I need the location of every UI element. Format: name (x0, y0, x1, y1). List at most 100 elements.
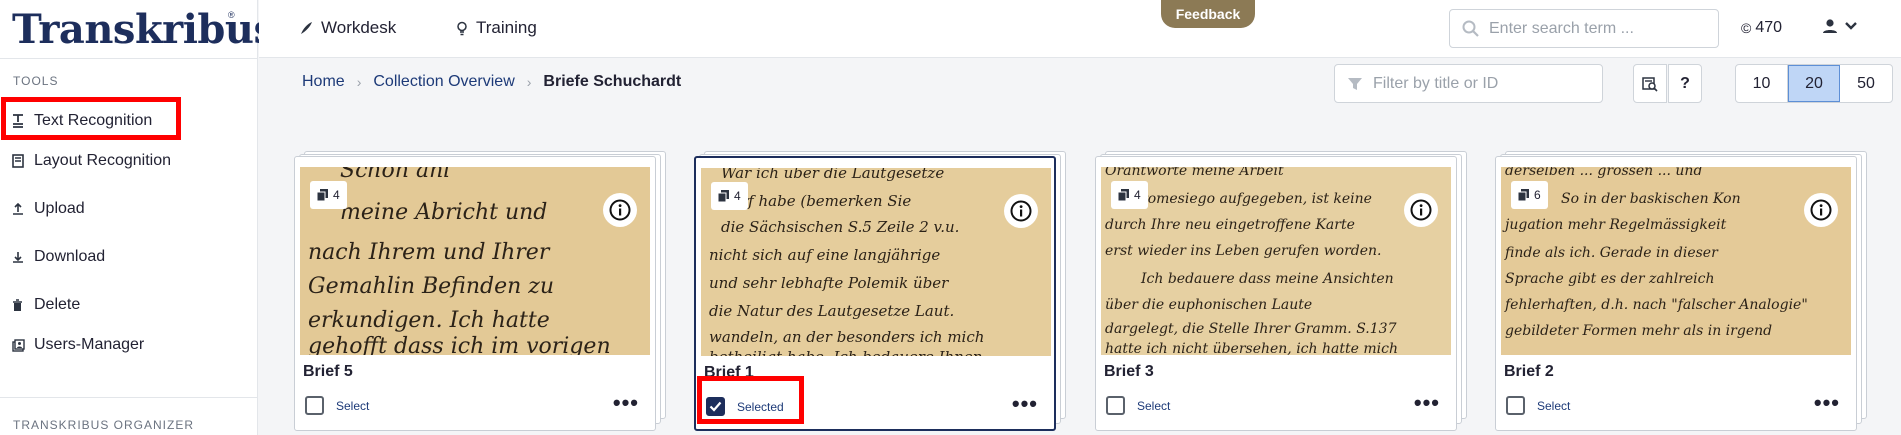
select-checkbox[interactable] (1106, 396, 1125, 415)
credits-icon: © (1741, 20, 1752, 36)
svg-text:dargelegt, die Stelle Ihrer Gr: dargelegt, die Stelle Ihrer Gramm. S.137 (1105, 321, 1397, 337)
sidebar-item-download[interactable]: Download (12, 242, 105, 272)
document-card[interactable]: Schon anl meine Abricht und nach Ihrem u… (294, 151, 666, 435)
svg-text:Ich bedauere dass meine Ansich: Ich bedauere dass meine Ansichten (1140, 271, 1394, 287)
svg-text:Sprache gibt es der zahlreich: Sprache gibt es der zahlreich (1505, 271, 1715, 287)
more-options-button[interactable]: ••• (1012, 393, 1038, 415)
svg-text:meine Abricht und: meine Abricht und (340, 200, 547, 225)
more-options-button[interactable]: ••• (613, 392, 639, 414)
document-thumbnail[interactable]: Schon anl meine Abricht und nach Ihrem u… (300, 167, 650, 355)
document-thumbnail[interactable]: War ich über die Lautgesetze rf habe (be… (701, 168, 1051, 356)
info-button[interactable] (603, 193, 637, 227)
page-size-option-50[interactable]: 50 (1840, 65, 1892, 102)
highlight-box (697, 376, 804, 424)
card-body: derselben ... grossen ... und So in der … (1495, 156, 1857, 431)
card-title[interactable]: Brief 2 (1504, 363, 1554, 381)
lightbulb-icon (457, 21, 467, 35)
search-input[interactable] (1489, 19, 1709, 38)
svg-text:Orantworte meine Arbeit: Orantworte meine Arbeit (1105, 167, 1284, 179)
svg-text:wandeln, an der besonders ich: wandeln, an der besonders ich mich (709, 328, 984, 346)
sidebar-item-label: Upload (34, 200, 85, 217)
select-toggle[interactable]: Select (305, 396, 369, 415)
info-icon (1810, 199, 1832, 221)
info-button[interactable] (1404, 193, 1438, 227)
feedback-button[interactable]: Feedback (1161, 0, 1255, 28)
document-thumbnail[interactable]: derselben ... grossen ... und So in der … (1501, 167, 1851, 355)
select-checkbox[interactable] (305, 396, 324, 415)
page-size-option-20[interactable]: 20 (1788, 65, 1840, 102)
sidebar-item-label: Users-Manager (34, 336, 145, 353)
svg-text:fehlerhaften, d.h. nach "falsc: fehlerhaften, d.h. nach "falscher Analog… (1504, 297, 1808, 313)
select-checkbox[interactable] (1506, 396, 1525, 415)
upload-icon (12, 203, 34, 215)
layout-icon (12, 154, 34, 168)
page-count: 4 (1134, 188, 1141, 202)
filter-field[interactable] (1334, 64, 1603, 103)
logo[interactable]: Transkribus (12, 4, 276, 54)
svg-text:und sehr lebhafte Polemik über: und sehr lebhafte Polemik über (709, 274, 949, 292)
tools-section-title: TOOLS (13, 74, 59, 88)
pages-icon (1518, 189, 1529, 201)
sidebar-item-delete[interactable]: Delete (12, 290, 80, 320)
svg-text:hatte ich nicht übersehen, ich: hatte ich nicht übersehen, ich hatte mic… (1105, 341, 1398, 355)
svg-text:derselben ... grossen ... und: derselben ... grossen ... und (1505, 167, 1702, 179)
svg-text:erst wieder ins Leben gerufen: erst wieder ins Leben gerufen worden. (1105, 243, 1382, 259)
help-button[interactable]: ? (1668, 64, 1702, 103)
global-search[interactable] (1449, 9, 1719, 48)
sidebar: Transkribus ® TOOLS Text Recognition Lay… (0, 0, 276, 435)
svg-text:über die euphonischen Laute: über die euphonischen Laute (1105, 297, 1312, 313)
document-card[interactable]: derselben ... grossen ... und So in der … (1495, 151, 1867, 435)
user-icon (1823, 19, 1837, 33)
page-count-badge: 4 (1111, 181, 1148, 209)
nav-workdesk[interactable]: Workdesk (299, 18, 396, 38)
card-title[interactable]: Brief 5 (303, 363, 353, 381)
sidebar-item-upload[interactable]: Upload (12, 194, 85, 224)
svg-text:gebildeter Formen mehr als in: gebildeter Formen mehr als in irgend (1505, 323, 1772, 339)
logo-registered-mark: ® (228, 10, 235, 20)
user-menu[interactable] (1822, 18, 1858, 34)
svg-text:nach Ihrem und Ihrer: nach Ihrem und Ihrer (308, 240, 551, 265)
breadcrumb-home[interactable]: Home (302, 73, 345, 91)
page-size-selector: 10 20 50 (1735, 64, 1893, 103)
page-count-badge: 6 (1511, 181, 1548, 209)
document-card[interactable]: Orantworte meine Arbeit romesiego aufgeg… (1095, 151, 1467, 435)
sidebar-item-label: Download (34, 248, 106, 265)
organizer-section-title: TRANSKRIBUS ORGANIZER (13, 418, 195, 432)
credits-display[interactable]: © 470 (1741, 19, 1782, 37)
page-count-badge: 4 (711, 182, 748, 210)
nav-training[interactable]: Training (456, 18, 537, 38)
more-options-button[interactable]: ••• (1814, 392, 1840, 414)
pages-icon (317, 189, 328, 201)
svg-text:rf habe (bemerken Sie: rf habe (bemerken Sie (741, 192, 911, 210)
info-icon (1010, 200, 1032, 222)
svg-text:Schon anl: Schon anl (340, 167, 450, 183)
document-thumbnail[interactable]: Orantworte meine Arbeit romesiego aufgeg… (1101, 167, 1451, 355)
info-button[interactable] (1804, 193, 1838, 227)
users-manager-icon (12, 338, 34, 352)
select-toggle[interactable]: Select (1106, 396, 1170, 415)
search-document-button[interactable] (1633, 64, 1667, 103)
page-count: 4 (734, 189, 741, 203)
pages-icon (1118, 189, 1129, 201)
svg-text:die Natur des Lautgesetze Laut: die Natur des Lautgesetze Laut. (709, 302, 954, 320)
svg-text:jugation mehr Regelmässigkeit: jugation mehr Regelmässigkeit (1502, 217, 1727, 233)
filter-input[interactable] (1373, 74, 1593, 93)
download-icon (12, 251, 34, 263)
chevron-down-icon (1845, 22, 1857, 30)
nav-label: Training (476, 18, 537, 37)
more-options-button[interactable]: ••• (1414, 392, 1440, 414)
page-count: 4 (333, 188, 340, 202)
svg-text:nicht sich auf eine langjährig: nicht sich auf eine langjährige (709, 246, 940, 264)
svg-text:die Sächsischen S.5 Zeile 2 v.: die Sächsischen S.5 Zeile 2 v.u. (721, 218, 959, 236)
svg-text:betheiligt habe. Ich bedauere: betheiligt habe. Ich bedauere Ihnen (709, 348, 982, 356)
breadcrumb-collection-overview[interactable]: Collection Overview (373, 73, 514, 91)
nav-label: Workdesk (321, 18, 397, 37)
info-button[interactable] (1004, 194, 1038, 228)
document-search-icon (1642, 76, 1658, 92)
sidebar-item-users-manager[interactable]: Users-Manager (12, 330, 144, 360)
select-toggle[interactable]: Select (1506, 396, 1570, 415)
breadcrumb-current: Briefe Schuchardt (543, 73, 682, 90)
page-size-option-10[interactable]: 10 (1736, 65, 1788, 102)
card-title[interactable]: Brief 3 (1104, 363, 1154, 381)
sidebar-item-layout-recognition[interactable]: Layout Recognition (12, 146, 171, 176)
